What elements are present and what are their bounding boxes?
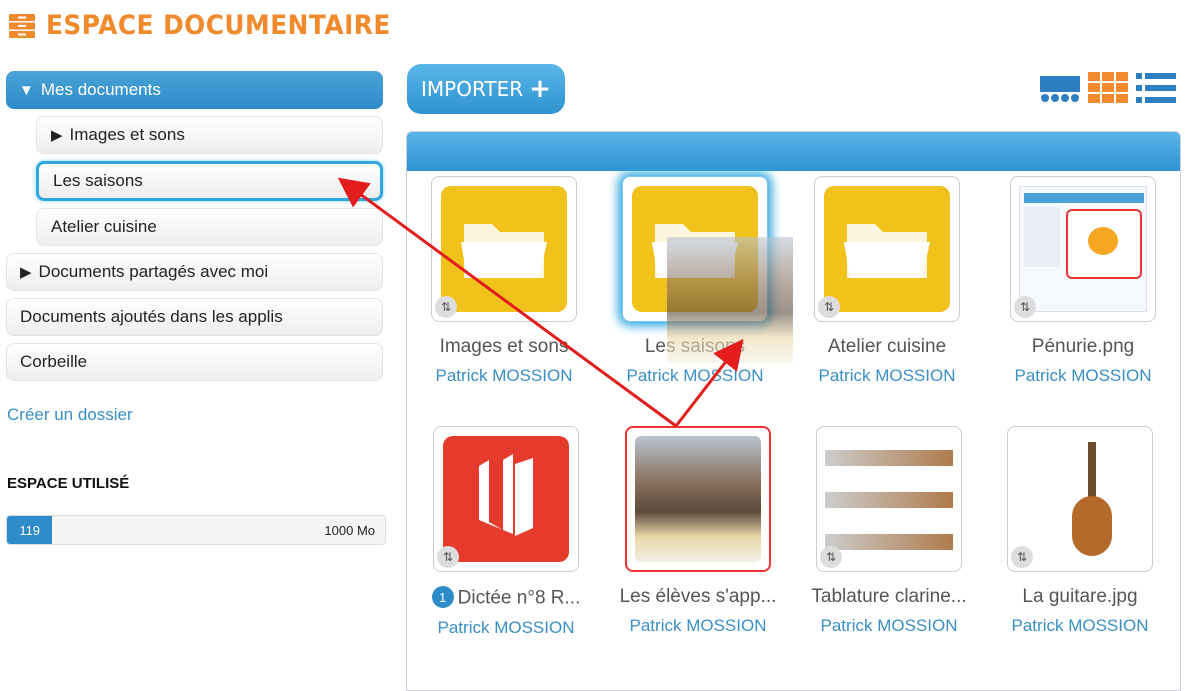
- folder-tree: ▼ Mes documents ▶ Images et sons Les sai…: [6, 71, 383, 381]
- share-icon[interactable]: ⇅: [435, 296, 457, 318]
- file-name: La guitare.jpg: [1022, 586, 1138, 607]
- file-name: 1 Dictée n°8 R...: [411, 586, 601, 610]
- photo-thumbnail: [635, 436, 761, 562]
- icons-view-icon[interactable]: [1040, 72, 1080, 104]
- file-thumbnail[interactable]: ⇅: [816, 426, 962, 572]
- tree-item-label: Mes documents: [40, 80, 161, 99]
- image-thumbnail: [1016, 436, 1144, 562]
- file-thumbnail[interactable]: ⇅: [433, 426, 579, 572]
- triangle-right-icon[interactable]: ▶: [20, 263, 32, 281]
- share-icon[interactable]: ⇅: [1011, 546, 1033, 568]
- file-card[interactable]: Les élèves s'app... Patrick MOSSION: [603, 426, 793, 636]
- app-document-icon: [443, 436, 569, 562]
- tree-item-label: Documents ajoutés dans les applis: [20, 307, 283, 326]
- view-switcher: [1040, 72, 1176, 104]
- file-owner[interactable]: Patrick MOSSION: [409, 366, 599, 386]
- image-thumbnail: [1019, 186, 1147, 312]
- file-name: Pénurie.png: [1031, 336, 1135, 357]
- folder-icon: [824, 186, 950, 312]
- image-thumbnail: [825, 436, 953, 562]
- plus-icon: +: [529, 74, 551, 104]
- file-thumbnail[interactable]: ⇅: [1010, 176, 1156, 322]
- tree-item-images-et-sons[interactable]: ▶ Images et sons: [36, 116, 383, 154]
- file-owner[interactable]: Patrick MOSSION: [411, 618, 601, 638]
- storage-total: 1000 Mo: [324, 523, 375, 538]
- tree-item-mes-documents[interactable]: ▼ Mes documents: [6, 71, 383, 109]
- panel-header: [407, 132, 1180, 171]
- share-icon[interactable]: ⇅: [1014, 296, 1036, 318]
- tree-item-label: Documents partagés avec moi: [38, 262, 269, 281]
- file-card[interactable]: ⇅ Pénurie.png Patrick MOSSION: [988, 176, 1178, 386]
- tree-item-app-documents[interactable]: Documents ajoutés dans les applis: [6, 298, 383, 336]
- file-thumbnail[interactable]: ⇅: [431, 176, 577, 322]
- app-header: ESPACE DOCUMENTAIRE: [8, 10, 421, 41]
- storage-used-fill: 119: [7, 516, 53, 544]
- file-owner[interactable]: Patrick MOSSION: [603, 616, 793, 636]
- file-owner[interactable]: Patrick MOSSION: [794, 616, 984, 636]
- file-card[interactable]: ⇅ Images et sons Patrick MOSSION: [409, 176, 599, 386]
- tree-item-label: Corbeille: [20, 352, 88, 371]
- list-view-icon[interactable]: [1136, 72, 1176, 104]
- grid-view-icon[interactable]: [1088, 72, 1128, 104]
- tree-item-les-saisons[interactable]: Les saisons: [36, 161, 383, 201]
- file-name: Images et sons: [439, 336, 569, 357]
- tree-item-label: Les saisons: [53, 171, 143, 190]
- share-icon[interactable]: ⇅: [818, 296, 840, 318]
- file-name: Atelier cuisine: [827, 336, 947, 357]
- file-name: Les élèves s'app...: [619, 586, 777, 607]
- tree-item-label: Images et sons: [69, 125, 185, 144]
- file-thumbnail[interactable]: [625, 426, 771, 572]
- file-thumbnail[interactable]: ⇅: [1007, 426, 1153, 572]
- file-card[interactable]: ⇅ 1 Dictée n°8 R... Patrick MOSSION: [411, 426, 601, 638]
- comment-count-badge: 1: [431, 586, 454, 608]
- folder-icon: [441, 186, 567, 312]
- triangle-right-icon[interactable]: ▶: [51, 126, 63, 144]
- tree-item-trash[interactable]: Corbeille: [6, 343, 383, 381]
- file-card[interactable]: ⇅ La guitare.jpg Patrick MOSSION: [985, 426, 1175, 636]
- file-card[interactable]: ⇅ Atelier cuisine Patrick MOSSION: [792, 176, 982, 386]
- file-name: Tablature clarine...: [811, 586, 967, 607]
- drag-preview: [667, 237, 793, 363]
- import-button-label: IMPORTER: [421, 77, 524, 101]
- file-card[interactable]: ⇅ Tablature clarine... Patrick MOSSION: [794, 426, 984, 636]
- import-button[interactable]: IMPORTER +: [407, 64, 565, 114]
- tree-item-shared-documents[interactable]: ▶ Documents partagés avec moi: [6, 253, 383, 291]
- tree-item-label: Atelier cuisine: [51, 217, 157, 236]
- share-icon[interactable]: ⇅: [820, 546, 842, 568]
- storage-title: ESPACE UTILISÉ: [7, 475, 130, 492]
- tree-item-atelier-cuisine[interactable]: Atelier cuisine: [36, 208, 383, 246]
- file-owner[interactable]: Patrick MOSSION: [988, 366, 1178, 386]
- storage-quota-bar: 119 1000 Mo: [6, 515, 386, 545]
- file-owner[interactable]: Patrick MOSSION: [792, 366, 982, 386]
- drawer-icon: [9, 13, 35, 38]
- triangle-down-icon[interactable]: ▼: [19, 82, 34, 99]
- create-folder-link[interactable]: Créer un dossier: [7, 405, 133, 425]
- file-owner[interactable]: Patrick MOSSION: [985, 616, 1175, 636]
- share-icon[interactable]: ⇅: [437, 546, 459, 568]
- file-thumbnail[interactable]: ⇅: [814, 176, 960, 322]
- page-title: ESPACE DOCUMENTAIRE: [46, 10, 391, 41]
- file-owner[interactable]: Patrick MOSSION: [600, 366, 790, 386]
